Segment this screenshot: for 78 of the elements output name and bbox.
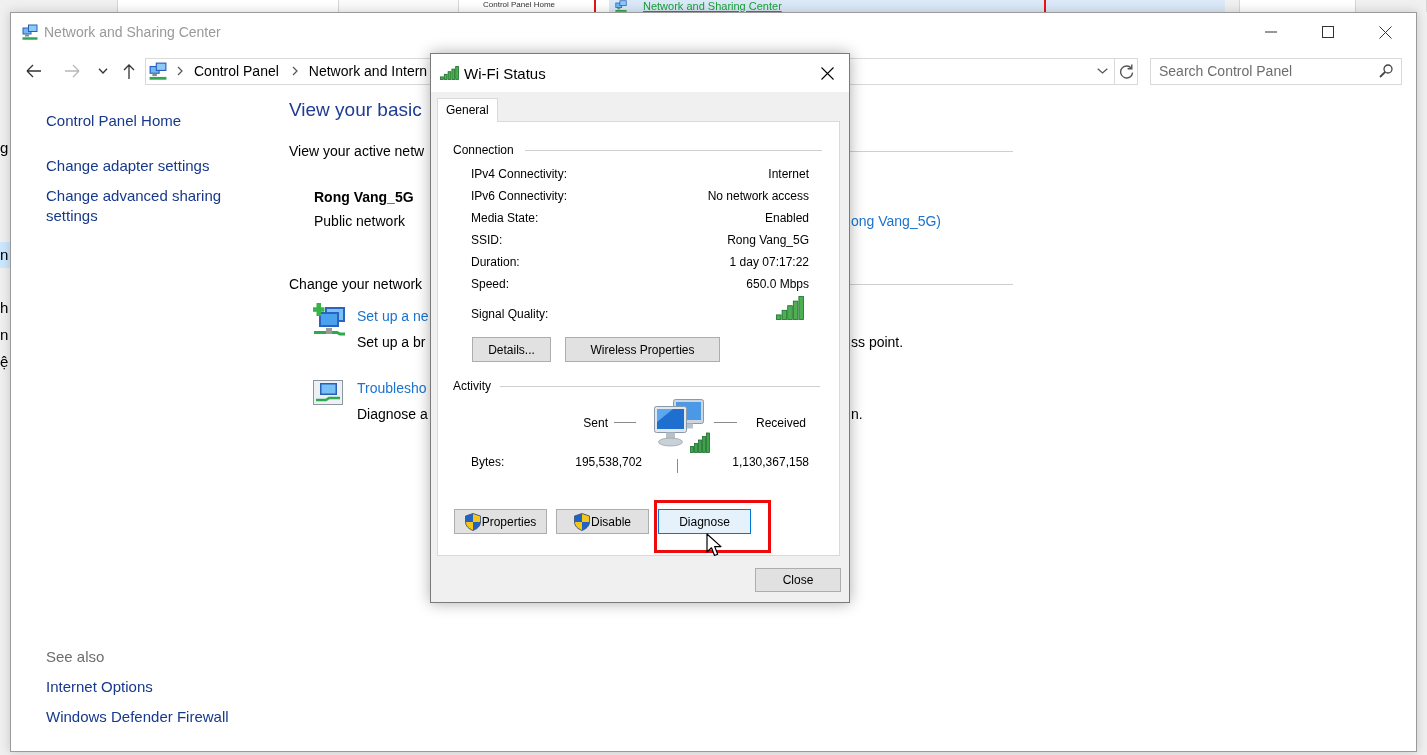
sidebar-link[interactable]: Internet Options (46, 677, 153, 697)
dialog-button[interactable]: Details... (472, 337, 551, 362)
breadcrumb-link[interactable]: Control Panel (194, 63, 279, 79)
sidebar-link[interactable]: Change adapter settings (46, 156, 210, 176)
bytes-sent: 195,538,702 (575, 454, 642, 471)
info-value: 650.0 Mbps (746, 276, 809, 293)
sidebar-item[interactable]: g (0, 135, 10, 161)
search-icon[interactable] (1379, 63, 1393, 78)
task-description: ss point. (851, 333, 904, 352)
info-value: No network access (707, 188, 809, 205)
info-label: Media State: (471, 210, 539, 227)
sidebar-link[interactable]: Control Panel Home (483, 0, 556, 10)
monitor-cable-icon (313, 380, 343, 405)
connection-link[interactable]: ong Vang_5G) (851, 211, 942, 231)
up-arrow-icon[interactable] (123, 63, 135, 79)
maximize-icon[interactable] (1322, 26, 1334, 38)
chevron-right-icon[interactable] (177, 66, 183, 76)
received-label: Received (756, 414, 807, 432)
section-title: View your active netw (289, 142, 425, 161)
info-label: Signal Quality: (471, 306, 549, 323)
signal-icon (776, 296, 805, 320)
group-title: Connection (453, 142, 514, 158)
dialog-button[interactable]: Properties (454, 509, 547, 534)
info-label: Speed: (471, 276, 510, 293)
info-value: Internet (768, 166, 809, 183)
task-description: n. (851, 405, 863, 424)
network-icon (22, 24, 38, 40)
computers-icon (653, 398, 710, 453)
dialog-button[interactable]: Disable (556, 509, 649, 534)
signal-icon (440, 66, 460, 80)
info-value: 1 day 07:17:22 (729, 254, 809, 271)
search-field[interactable]: Search Control Panel (1150, 57, 1402, 85)
dialog-title: Wi-Fi Status (464, 64, 546, 82)
info-value: Rong Vang_5G (727, 232, 809, 249)
back-arrow-icon[interactable] (26, 64, 42, 78)
refresh-icon (1118, 63, 1134, 79)
sidebar-item[interactable]: n (0, 322, 10, 348)
task-link[interactable]: Set up a ne (357, 306, 429, 326)
network-icon (149, 62, 167, 80)
sidebar-link[interactable]: Windows Defender Firewall (46, 707, 229, 727)
close-icon[interactable] (821, 66, 834, 80)
info-label: IPv4 Connectivity: (471, 166, 568, 183)
shield-icon (464, 512, 481, 531)
info-label: Duration: (471, 254, 520, 271)
task-description: Diagnose a (357, 405, 428, 424)
sidebar-item[interactable]: ệ (0, 349, 10, 375)
tab[interactable]: General (437, 98, 498, 122)
dialog-button[interactable]: Wireless Properties (565, 337, 720, 362)
section-title: Change your network (289, 275, 423, 294)
sidebar-link[interactable]: Change advanced sharing settings (46, 186, 246, 226)
close-button[interactable]: Close (755, 568, 841, 592)
page-heading: View your basic (289, 98, 422, 122)
dialog-button[interactable]: Diagnose (658, 509, 751, 534)
see-also-heading: See also (46, 647, 105, 667)
breadcrumb-link[interactable]: Network and Intern (308, 63, 428, 79)
bytes-received: 1,130,367,158 (732, 454, 809, 471)
chevron-down-icon[interactable] (1097, 68, 1108, 74)
window-title: Network and Sharing Center (44, 24, 221, 40)
network-category: Public network (314, 212, 406, 231)
info-label: IPv6 Connectivity: (471, 188, 568, 205)
caret-down-icon[interactable] (98, 68, 108, 74)
close-icon[interactable] (1379, 25, 1392, 39)
bytes-label: Bytes: (471, 454, 505, 471)
chevron-right-icon[interactable] (291, 66, 298, 76)
task-link[interactable]: Troublesho (357, 378, 427, 398)
sent-label: Sent (583, 414, 608, 432)
shield-icon (574, 512, 590, 531)
task-description: Set up a br (357, 333, 426, 352)
network-name: Rong Vang_5G (314, 188, 414, 207)
group-title: Activity (453, 378, 491, 394)
sidebar-item[interactable]: h (0, 295, 10, 321)
network-icon (615, 0, 627, 12)
monitor-plus-icon (313, 303, 346, 336)
info-value: Enabled (764, 210, 809, 227)
info-label: SSID: (471, 232, 503, 249)
sidebar-link[interactable]: Control Panel Home (46, 111, 182, 131)
sidebar-item[interactable]: n (0, 242, 10, 268)
refresh-button[interactable] (1114, 57, 1138, 85)
